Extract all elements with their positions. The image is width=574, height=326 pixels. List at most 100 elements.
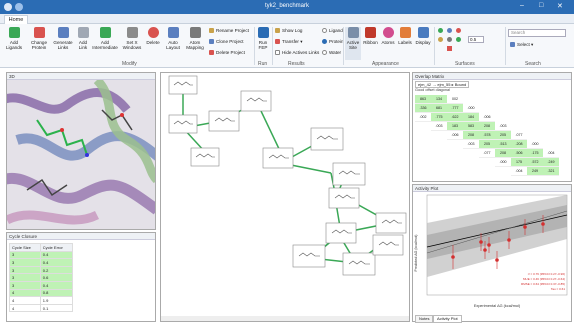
delete-project-button[interactable]: Delete Project	[209, 50, 245, 55]
matrix-cell: .775	[431, 113, 447, 122]
ribbon-separator	[505, 27, 506, 65]
surface-icon[interactable]	[447, 37, 452, 42]
surface-icon[interactable]	[447, 28, 452, 33]
maximize-button[interactable]: □	[539, 2, 543, 9]
cycle-table: Cycle Size Cycle Error 3 0.4 3 0.4 3 0.2 3 0.…	[9, 243, 74, 313]
table-row[interactable]: 3 0.2	[9, 265, 74, 275]
table-row[interactable]: 3 0.4	[9, 280, 74, 290]
delete-icon	[147, 27, 159, 38]
ligand-nodes[interactable]	[168, 75, 407, 276]
select-button[interactable]: Select ▾	[510, 42, 533, 48]
atoms-icon	[382, 27, 394, 38]
edge-selector[interactable]: ejm_42 → ejm_55 ▸ Bound	[415, 81, 470, 88]
close-button[interactable]: ✕	[557, 2, 563, 10]
table-row[interactable]: 4 0.1	[9, 303, 74, 313]
minimize-button[interactable]: –	[520, 2, 524, 9]
surface-transparency-input[interactable]: 0.5	[468, 36, 484, 43]
matrix-cell: .249	[543, 158, 559, 167]
cell: 0.1	[39, 303, 74, 313]
matrix-cell: .578	[479, 131, 495, 140]
surfaces-controls: 0.5	[438, 28, 498, 58]
horizontal-scrollbar[interactable]	[161, 316, 409, 321]
hide-actives-links-checkbox[interactable]: Hide Actives Links	[275, 50, 319, 55]
radio-protein[interactable]: Protein	[322, 39, 344, 44]
stats-line: r² = 0.76 (95%CI 0.27–0.96)	[528, 272, 565, 276]
labels-button[interactable]: Labels	[397, 27, 413, 45]
cell: 0.6	[39, 273, 74, 282]
cell: 1.9	[39, 296, 74, 305]
surface-icon[interactable]	[438, 28, 443, 33]
transfer-button[interactable]: Transfer ▾	[275, 39, 303, 45]
change-protein-button[interactable]: Change Protein	[28, 27, 50, 50]
table-row[interactable]: 3 0.4	[9, 250, 74, 260]
atom-mapping-button[interactable]: Atom Mapping	[185, 27, 205, 50]
show-log-button[interactable]: Show Log	[275, 28, 302, 33]
radio-icon	[322, 50, 327, 55]
rename-project-button[interactable]: Rename Project	[209, 28, 249, 33]
add-intermediate-button[interactable]: Add Intermediate	[92, 27, 118, 50]
cell: 4	[9, 288, 41, 298]
protein-ribbon-render	[7, 80, 155, 229]
matrix-cell: .175	[527, 149, 543, 158]
set-x-windows-button[interactable]: Set X Windows	[122, 27, 142, 50]
ribbon-separator	[343, 27, 344, 65]
ribbon: Add Ligands Change Protein Generate Link…	[0, 24, 574, 68]
table-row[interactable]: 3 0.6	[9, 273, 74, 282]
column-header[interactable]: Cycle Error	[39, 243, 74, 252]
radio-water[interactable]: Water	[322, 50, 341, 55]
matrix-cell: 681	[431, 104, 447, 113]
ribbon-button[interactable]: Ribbon	[362, 27, 379, 45]
surface-icon[interactable]	[438, 37, 443, 42]
matrix-cell: 249	[527, 167, 543, 176]
cell: 0.8	[39, 288, 74, 298]
matrix-cell: .002	[415, 113, 431, 122]
matrix-cell: .004	[511, 167, 527, 176]
search-input[interactable]: Search	[508, 29, 566, 37]
intermediate-icon	[99, 27, 111, 38]
atoms-button[interactable]: Atoms	[380, 27, 396, 45]
matrix-cell: 583	[463, 122, 479, 131]
matrix-cell: .004	[543, 149, 559, 158]
tab-activity-plot[interactable]: Activity Plot	[433, 315, 462, 323]
radio-ligand[interactable]: Ligand	[322, 28, 343, 33]
tab-notes[interactable]: Notes	[415, 315, 434, 323]
add-link-button[interactable]: Add Link	[76, 27, 90, 50]
auto-layout-button[interactable]: Auto Layout	[164, 27, 182, 50]
surface-icon[interactable]	[456, 37, 461, 42]
clone-project-button[interactable]: Clone Project	[209, 39, 244, 44]
table-row[interactable]: 4 0.8	[9, 288, 74, 298]
close-icon[interactable]	[447, 46, 452, 51]
matrix-cell: .513	[495, 140, 511, 149]
structure-viewer[interactable]: 3D	[6, 72, 156, 230]
delete-button[interactable]: Delete	[145, 27, 161, 45]
matrix-cell: .003	[495, 122, 511, 131]
active-site-icon	[347, 27, 359, 38]
column-header[interactable]: Cycle Size	[9, 243, 41, 252]
generate-links-button[interactable]: Generate Links	[52, 27, 74, 50]
group-modify-label: Modify	[122, 61, 137, 67]
run-fep-button[interactable]: Run FEP	[256, 27, 270, 50]
surface-icon[interactable]	[456, 28, 461, 33]
cell: 3	[9, 280, 41, 290]
display-button[interactable]: Display	[414, 27, 432, 45]
matrix-cell: .000	[463, 104, 479, 113]
group-search-label: Search	[525, 61, 541, 67]
add-ligands-button[interactable]: Add Ligands	[4, 27, 24, 50]
tab-home[interactable]: Home	[4, 15, 28, 24]
cell: 0.4	[39, 280, 74, 290]
matrix-cell: .622	[447, 113, 463, 122]
group-appearance-label: Appearance	[372, 61, 399, 67]
matrix-cell: 183	[447, 122, 463, 131]
matrix-cell: 184	[463, 113, 479, 122]
delete-project-icon	[209, 50, 214, 55]
table-row[interactable]: 4 1.9	[9, 296, 74, 305]
ligand-icon	[8, 27, 20, 38]
perturbation-network-view[interactable]	[160, 72, 410, 322]
clone-icon	[209, 39, 214, 44]
mapping-icon	[189, 27, 201, 38]
table-row[interactable]: 3 0.4	[9, 258, 74, 267]
ribbon-icon	[365, 27, 376, 38]
active-site-button[interactable]: Active Site	[345, 27, 361, 60]
matrix-cell: .321	[543, 167, 559, 176]
log-icon	[275, 28, 280, 33]
